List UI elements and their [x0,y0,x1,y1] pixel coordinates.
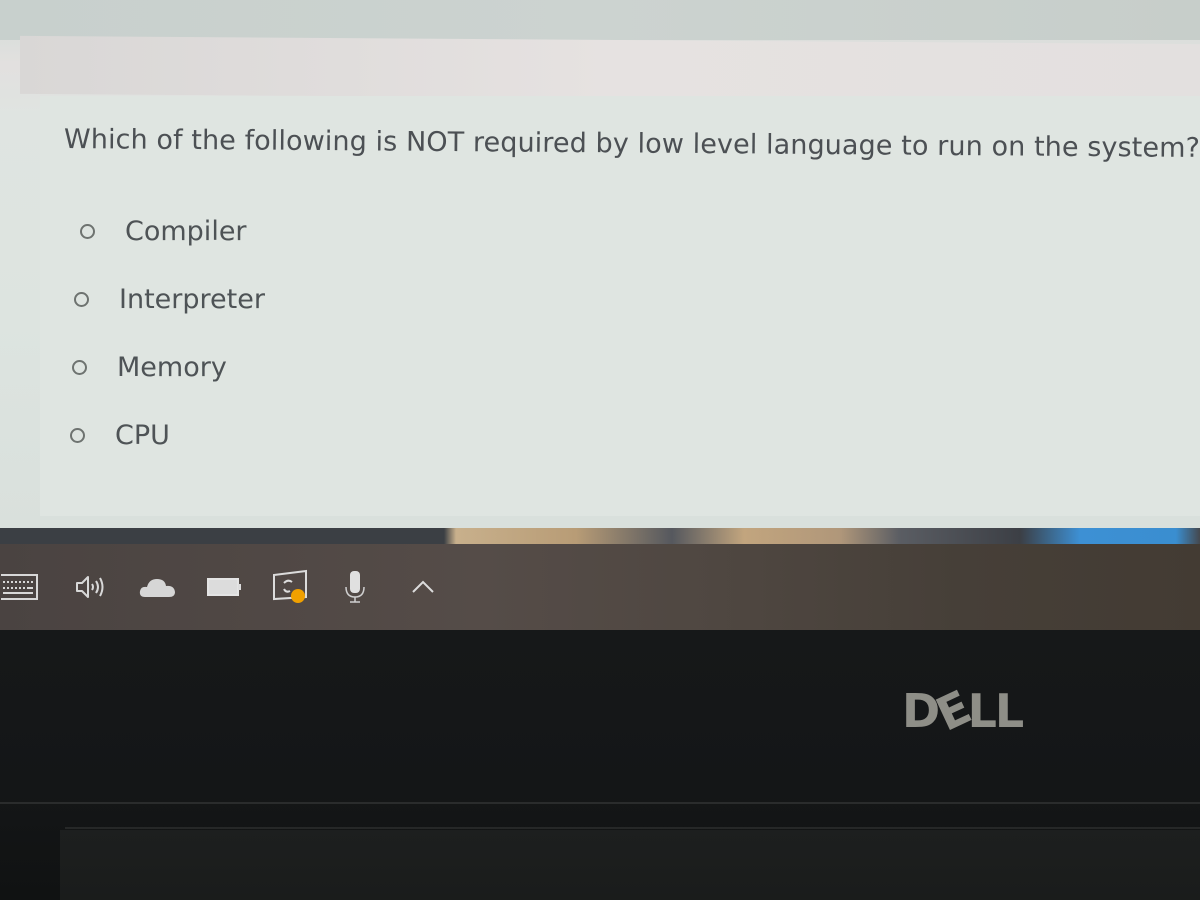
taskbar-open-apps-strip [0,528,1200,544]
radio-button[interactable] [72,360,87,375]
option-label: CPU [115,420,170,451]
radio-button[interactable] [70,428,85,443]
volume-icon[interactable] [70,544,110,630]
radio-button[interactable] [80,224,95,239]
option-memory[interactable]: Memory [72,352,227,383]
option-label: Compiler [125,216,247,247]
laptop-bezel [0,630,1200,900]
battery-icon[interactable] [204,544,244,630]
page-header-band [0,0,1200,40]
option-cpu[interactable]: CPU [70,420,170,451]
radio-button[interactable] [74,292,89,307]
option-interpreter[interactable]: Interpreter [74,284,265,315]
option-label: Memory [117,352,227,383]
dell-logo: DELL [902,680,1024,741]
onedrive-cloud-icon[interactable] [136,544,180,630]
taskbar [0,544,1200,630]
bezel-edge [65,827,1200,829]
show-hidden-icons-chevron[interactable] [408,544,438,630]
browser-content-area: Which of the following is NOT required b… [0,0,1200,530]
laptop-hinge [60,830,1200,900]
microphone-icon[interactable] [340,544,370,630]
option-label: Interpreter [119,284,265,315]
option-compiler[interactable]: Compiler [80,216,247,247]
page-toolbar-band [20,35,1200,103]
touch-keyboard-icon[interactable] [0,544,40,630]
sync-update-icon[interactable] [268,544,312,630]
bezel-edge [0,802,1200,804]
